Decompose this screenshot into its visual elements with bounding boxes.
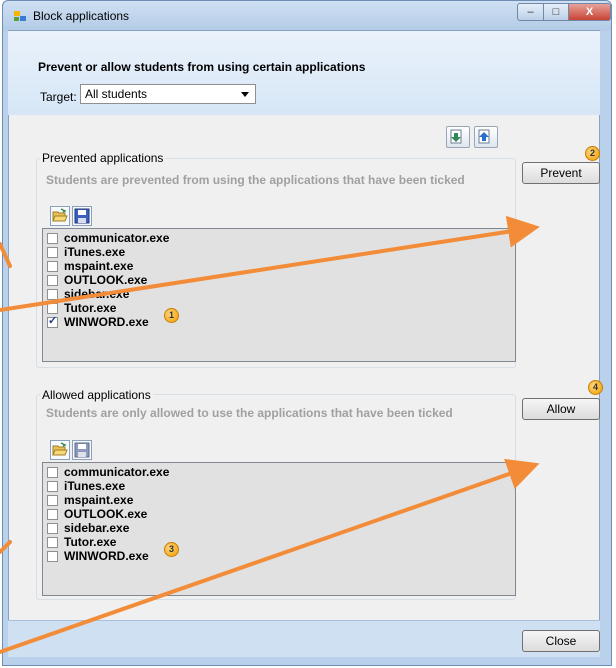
import-button[interactable] [474,126,498,148]
import-icon [478,129,490,144]
prevented-group-title: Prevented applications [40,151,166,165]
app-label: sidebar.exe [64,521,130,535]
annotation-badge-1: 1 [164,308,179,323]
app-label: OUTLOOK.exe [64,273,148,287]
allowed-app-list[interactable]: communicator.exe iTunes.exe mspaint.exe … [42,462,516,596]
close-button[interactable]: Close [522,630,600,652]
close-window-button[interactable]: X [568,3,611,21]
checkbox[interactable] [47,274,58,286]
checkbox[interactable] [47,288,58,300]
checkbox[interactable] [47,536,58,548]
list-item[interactable]: sidebar.exe [47,521,129,535]
checkbox[interactable] [47,302,58,314]
prevented-description: Students are prevented from using the ap… [46,173,465,187]
allowed-open-button[interactable] [50,440,70,460]
app-label: iTunes.exe [64,245,126,259]
app-label: communicator.exe [64,231,170,245]
checkbox[interactable] [47,494,58,506]
target-select[interactable]: All students [80,84,256,104]
target-select-value: All students [85,87,148,101]
save-icon [74,442,90,458]
app-label: communicator.exe [64,465,170,479]
list-item[interactable]: mspaint.exe [47,259,133,273]
close-icon: X [585,6,594,18]
list-item[interactable]: sidebar.exe [47,287,129,301]
prevented-open-button[interactable] [50,206,70,226]
checkbox[interactable] [47,260,58,272]
prevented-save-button[interactable] [72,206,92,226]
list-item[interactable]: OUTLOOK.exe [47,273,147,287]
export-button[interactable] [446,126,470,148]
app-label: sidebar.exe [64,287,130,301]
minimize-button[interactable]: – [517,3,544,21]
allow-button[interactable]: Allow [522,398,600,420]
checkbox[interactable] [47,246,58,258]
list-item[interactable]: Tutor.exe [47,535,116,549]
footer-band [8,620,600,657]
annotation-badge-3: 3 [164,542,179,557]
app-label: Tutor.exe [64,535,117,549]
maximize-button[interactable]: □ [543,3,569,21]
app-label: Tutor.exe [64,301,117,315]
app-label: iTunes.exe [64,479,126,493]
window-title: Block applications [33,9,130,23]
list-item[interactable]: iTunes.exe [47,479,125,493]
list-item[interactable]: communicator.exe [47,465,169,479]
allowed-save-button[interactable] [72,440,92,460]
target-label: Target: [40,90,77,104]
allowed-description: Students are only allowed to use the app… [46,406,453,420]
app-label: mspaint.exe [64,259,134,273]
app-label: OUTLOOK.exe [64,507,148,521]
open-folder-icon [52,208,68,222]
prevent-button[interactable]: Prevent [522,162,600,184]
app-label: mspaint.exe [64,493,134,507]
annotation-badge-4: 4 [588,380,603,395]
allowed-group-title: Allowed applications [40,388,153,402]
checkbox[interactable] [47,522,58,534]
checkbox[interactable] [47,508,58,520]
app-label: WINWORD.exe [64,549,149,563]
export-icon [450,129,462,144]
list-item[interactable]: mspaint.exe [47,493,133,507]
chevron-down-icon [241,92,249,97]
checkbox[interactable] [47,550,58,562]
maximize-icon: □ [552,6,560,18]
annotation-badge-2: 2 [585,146,600,161]
app-icon [14,11,26,21]
list-item[interactable]: communicator.exe [47,231,169,245]
checkbox[interactable] [47,232,58,244]
checkbox[interactable] [47,466,58,478]
checkbox[interactable] [47,480,58,492]
list-item[interactable]: OUTLOOK.exe [47,507,147,521]
open-folder-icon [52,442,68,456]
title-bar[interactable]: Block applications – □ X [3,1,611,31]
minimize-icon: – [527,6,534,18]
list-item[interactable]: WINWORD.exe [47,549,149,563]
checkbox-checked[interactable] [47,314,58,328]
list-item[interactable]: WINWORD.exe [47,314,149,329]
app-label: WINWORD.exe [64,315,149,329]
list-item[interactable]: Tutor.exe [47,301,116,315]
page-heading: Prevent or allow students from using cer… [38,60,366,74]
list-item[interactable]: iTunes.exe [47,245,125,259]
save-icon [74,208,90,224]
prevented-app-list[interactable]: communicator.exe iTunes.exe mspaint.exe … [42,228,516,362]
